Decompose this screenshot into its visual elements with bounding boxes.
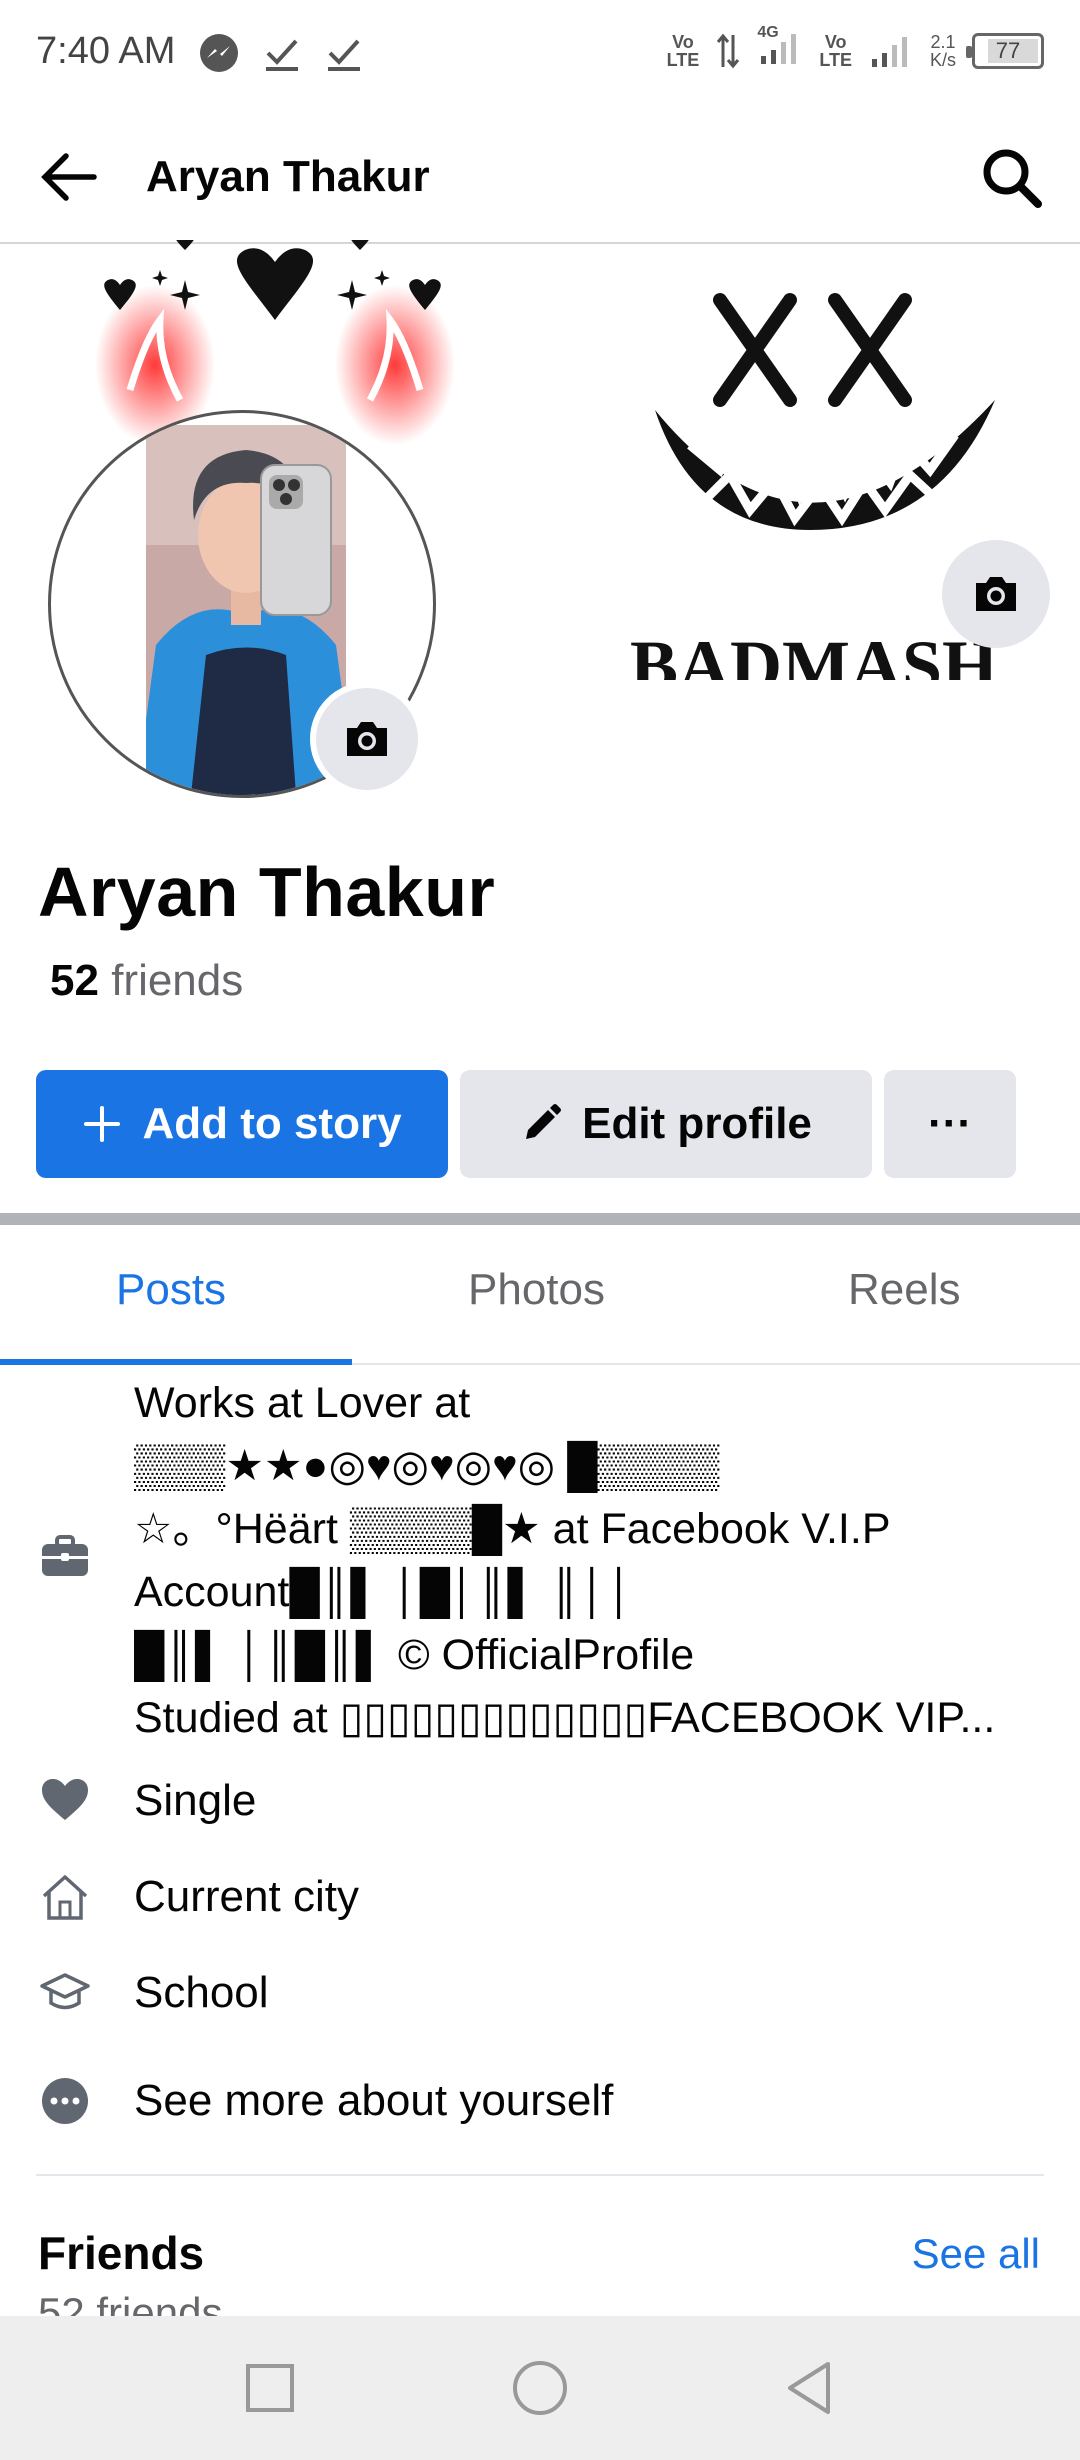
status-system-icons: Vo LTE 4G Vo LTE 2.1 K/s 77 [666,24,1044,71]
signal-icon [871,36,907,67]
status-notification-icons [198,32,364,74]
heart-icon [42,1779,88,1820]
messenger-icon [200,34,238,72]
check-icon [328,39,360,71]
system-navigation-bar [0,2316,1080,2460]
friends-count-line[interactable]: 52 friends [50,956,243,1006]
section-separator [36,2174,1044,2176]
recent-apps-icon[interactable] [236,2354,304,2422]
edit-profile-button[interactable]: Edit profile [460,1070,872,1178]
search-icon[interactable] [978,144,1044,210]
network-type-label: 4G [757,24,779,41]
network-speed: 2.1 K/s [929,31,956,70]
relationship-status: Single [134,1776,257,1825]
volte-indicator-2: Vo LTE [819,31,852,70]
cover-text: BADMASH [630,626,998,680]
header-title: Aryan Thakur [146,152,430,201]
volte-indicator: Vo LTE [666,31,700,70]
current-city-row[interactable]: Current city [0,1858,1080,1938]
battery-icon: 77 [966,32,1044,69]
friends-section-title: Friends [38,2227,205,2279]
home-icon [42,1875,88,1920]
status-time: 7:40 AM [36,30,176,72]
data-arrows-icon [717,33,740,68]
friends-section-count: 52 friends [38,2289,223,2316]
camera-icon [976,577,1016,611]
active-tab-indicator [0,1359,352,1365]
edit-profile-label: Edit profile [582,1099,812,1148]
see-more-about-label: See more about yourself [134,2076,614,2125]
profile-tabs: Posts Photos Reels [0,1225,1080,1365]
signal-4g: 4G [757,24,803,71]
more-options-icon: ··· [928,1099,972,1148]
edit-profile-picture-button[interactable] [310,682,424,796]
pencil-icon [526,1104,562,1139]
briefcase-icon [42,1535,88,1576]
graduation-cap-icon [40,1973,90,2010]
add-to-story-label: Add to story [142,1099,402,1148]
back-arrow-icon[interactable] [38,146,100,208]
see-more-about-row[interactable]: See more about yourself [0,2062,1080,2142]
edit-cover-button[interactable] [942,540,1050,648]
plus-icon [84,1106,121,1142]
relationship-row[interactable]: Single [0,1762,1080,1842]
school-row[interactable]: School [0,1954,1080,2034]
check-icon [266,39,298,71]
home-button-icon[interactable] [506,2354,574,2422]
status-bar: 7:40 AM Vo LTE 4G Vo LTE 2.1 K/s 77 [0,0,1080,110]
tab-photos[interactable]: Photos [468,1265,605,1315]
friends-count: 52 [50,956,99,1005]
see-all-friends-link[interactable]: See all [912,2230,1040,2278]
more-dots-icon [42,2078,88,2124]
tab-reels[interactable]: Reels [848,1265,961,1315]
section-divider [0,1213,1080,1225]
battery-level: 77 [995,37,1021,63]
camera-icon [347,722,387,756]
more-options-button[interactable]: ··· [884,1070,1016,1178]
add-to-story-button[interactable]: Add to story [36,1070,448,1178]
tab-posts[interactable]: Posts [116,1265,226,1315]
friends-label: friends [111,956,244,1005]
app-header: Aryan Thakur [0,110,1080,244]
profile-name: Aryan Thakur [38,853,496,931]
school: School [134,1968,269,2017]
work-info[interactable]: Works at Lover at ▒▒▒★★●◎♥◎♥◎♥◎ █▒▒▒▒ ☆。… [134,1372,1054,1750]
back-button-icon[interactable] [776,2354,844,2422]
current-city: Current city [134,1872,359,1921]
